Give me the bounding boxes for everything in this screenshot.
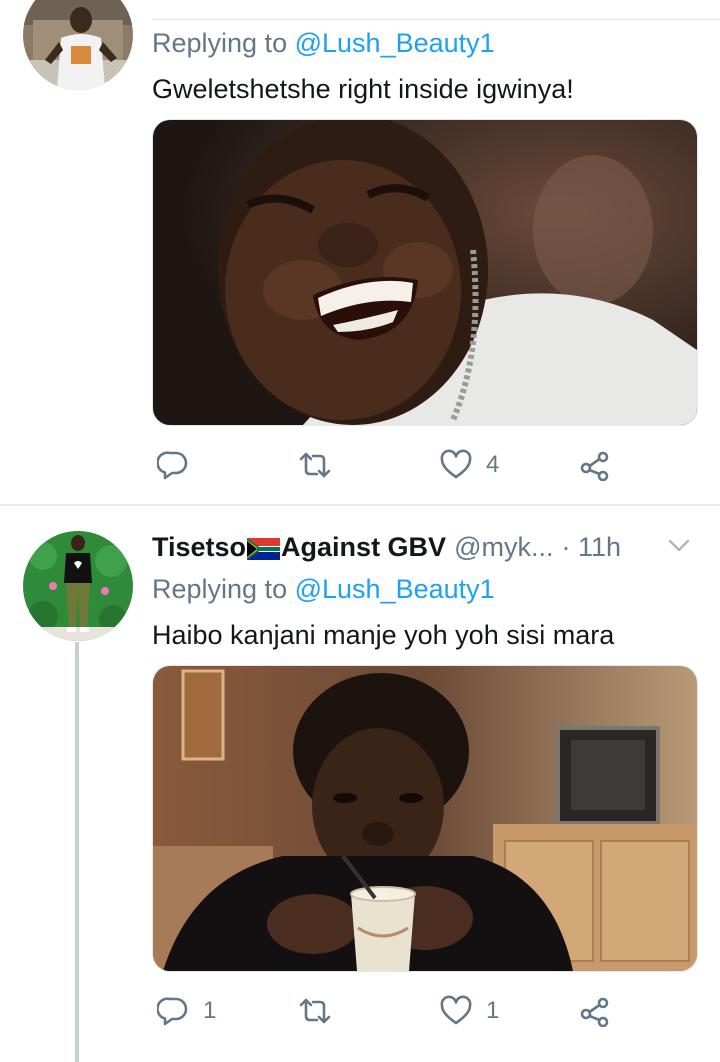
share-button[interactable] [579,445,611,485]
retweet-icon [297,995,333,1027]
user-handle[interactable]: @myk... [454,532,553,563]
share-icon [579,995,611,1027]
reply-icon [157,995,189,1027]
retweet-button[interactable] [297,991,347,1031]
reply-button[interactable] [157,445,203,485]
like-count: 4 [486,451,500,478]
tweet-header: Tisetso Against GBV @myk... · 11h [152,532,621,563]
tweet-actions: 1 1 [152,991,696,1031]
replying-prefix: Replying to [152,28,288,58]
tweet-image[interactable] [152,119,698,426]
separator [152,19,720,20]
like-count: 1 [486,997,500,1024]
reply-button[interactable]: 1 [157,991,216,1031]
thread-line [75,642,79,1062]
replying-to: Replying to @Lush_Beauty1 [152,574,495,605]
tweet-image[interactable] [152,665,698,972]
south-africa-flag-icon [247,537,281,560]
tweet-text: Gweletshetshe right inside igwinya! [152,74,574,104]
share-icon [579,449,611,481]
retweet-icon [297,449,333,481]
like-button[interactable]: 4 [440,445,499,485]
heart-icon [440,449,472,481]
replying-to: Replying to @Lush_Beauty1 [152,28,495,59]
share-button[interactable] [579,991,611,1031]
replying-handle-link[interactable]: @Lush_Beauty1 [295,574,495,604]
tweet-time[interactable]: · 11h [561,532,621,563]
like-button[interactable]: 1 [440,991,499,1031]
tweet-text: Haibo kanjani manje yoh yoh sisi mara [152,620,615,650]
avatar[interactable] [23,531,133,641]
tweet[interactable]: Replying to @Lush_Beauty1 Gweletshetshe … [0,0,720,506]
replying-handle-link[interactable]: @Lush_Beauty1 [295,28,495,58]
retweet-button[interactable] [297,445,347,485]
heart-icon [440,995,472,1027]
tweet-actions: 4 [152,445,696,485]
display-name[interactable]: Tisetso Against GBV [152,532,446,563]
reply-count: 1 [203,997,217,1024]
tweet[interactable]: Tisetso Against GBV @myk... · 11h Replyi… [0,506,720,1062]
reply-icon [157,449,189,481]
avatar[interactable] [23,0,133,90]
chevron-down-icon[interactable] [668,538,690,554]
replying-prefix: Replying to [152,574,288,604]
